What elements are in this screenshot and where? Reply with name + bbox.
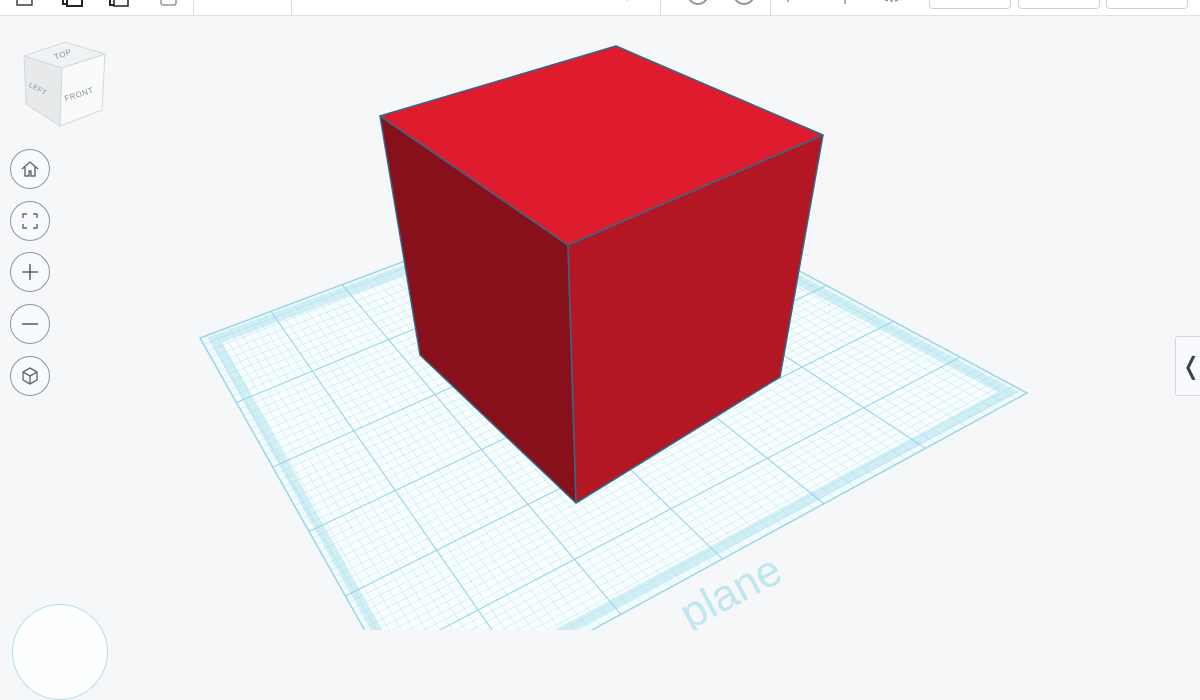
workplane-scene: plane: [198, 45, 1029, 630]
community-avatar-button[interactable]: [12, 604, 108, 700]
design-canvas[interactable]: plane: [0, 16, 1200, 630]
light-bulb-icon[interactable]: [606, 0, 630, 8]
cube-view-icon: [22, 367, 38, 385]
mirror-icon[interactable]: [828, 0, 862, 8]
group-icon[interactable]: [874, 0, 910, 8]
minus-icon: [22, 323, 38, 325]
panel-toggle-button[interactable]: ❬: [1175, 336, 1200, 396]
toolbar-divider: [770, 0, 771, 15]
copy-icon[interactable]: [58, 0, 84, 8]
home-view-button[interactable]: [10, 149, 50, 189]
toolbar-divider: [291, 0, 292, 15]
align-icon[interactable]: [784, 0, 806, 8]
zoom-in-button[interactable]: [10, 252, 50, 292]
fit-view-button[interactable]: [10, 201, 50, 241]
share-button[interactable]: [1106, 0, 1188, 9]
toolbar-divider: [660, 0, 661, 15]
home-icon: [21, 161, 39, 177]
export-button[interactable]: [1018, 0, 1100, 9]
chevron-left-icon: ❬: [1180, 352, 1200, 380]
paste-icon[interactable]: [106, 0, 132, 8]
toolbar-divider: [193, 0, 194, 15]
redo-icon[interactable]: [730, 0, 758, 8]
delete-icon[interactable]: [158, 0, 180, 8]
fit-to-view-icon: [22, 213, 38, 229]
new-shape-icon[interactable]: [14, 0, 36, 8]
zoom-out-button[interactable]: [10, 304, 50, 344]
import-button[interactable]: [929, 0, 1011, 9]
plus-icon: [22, 264, 38, 280]
undo-icon[interactable]: [684, 0, 712, 8]
top-toolbar: [0, 0, 1200, 16]
view-cube[interactable]: TOP LEFT FRONT: [20, 38, 110, 130]
perspective-button[interactable]: [10, 356, 50, 396]
